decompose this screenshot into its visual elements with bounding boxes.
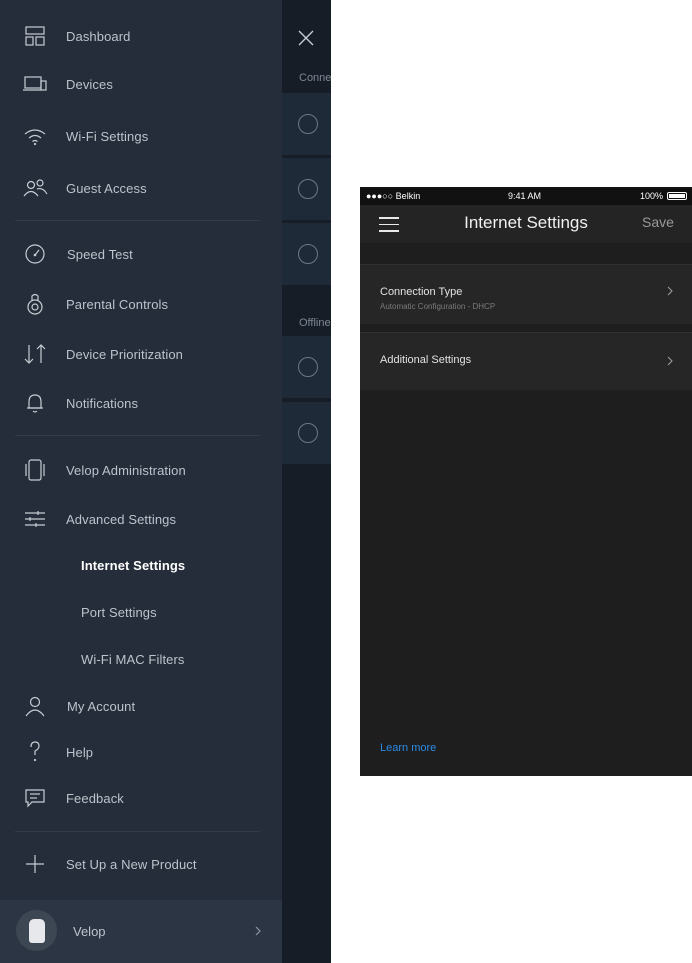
nav-label: Guest Access bbox=[66, 180, 147, 196]
carrier-signal: ●●●○○ Belkin bbox=[366, 191, 421, 201]
nav-item-parental-controls[interactable]: Parental Controls bbox=[0, 284, 282, 324]
row-title: Connection Type bbox=[380, 286, 463, 298]
divider bbox=[15, 435, 260, 436]
radio-circle-icon bbox=[298, 357, 318, 377]
row-title: Additional Settings bbox=[380, 354, 472, 366]
phone-screen: ●●●○○ Belkin 9:41 AM 100% Internet Setti… bbox=[360, 187, 692, 776]
battery-icon bbox=[667, 192, 687, 200]
help-icon bbox=[22, 740, 48, 764]
sub-item-label: Wi-Fi MAC Filters bbox=[81, 652, 185, 667]
status-time: 9:41 AM bbox=[508, 191, 542, 201]
group-label-connected: Conne bbox=[299, 72, 331, 84]
radio-circle-icon bbox=[298, 423, 318, 443]
nav-item-wifi-settings[interactable]: Wi-Fi Settings bbox=[0, 116, 282, 156]
nav-label: Notifications bbox=[66, 395, 139, 411]
nav-item-notifications[interactable]: Notifications bbox=[0, 383, 282, 423]
plus-icon bbox=[22, 852, 48, 876]
nav-item-dashboard[interactable]: Dashboard bbox=[0, 16, 282, 56]
nav-item-devices[interactable]: Devices bbox=[0, 64, 282, 104]
parental-controls-icon bbox=[22, 292, 48, 316]
device-row[interactable] bbox=[282, 336, 331, 398]
nav-label: Devices bbox=[66, 76, 113, 92]
radio-circle-icon bbox=[298, 179, 318, 199]
nav-label: Feedback bbox=[66, 790, 124, 806]
user-icon bbox=[22, 694, 48, 718]
learn-more-link[interactable]: Learn more bbox=[380, 742, 436, 754]
divider bbox=[15, 220, 260, 221]
chevron-right-icon bbox=[255, 926, 261, 936]
sub-item-label: Port Settings bbox=[81, 605, 157, 620]
nav-item-help[interactable]: Help bbox=[0, 732, 282, 772]
guest-access-icon bbox=[22, 176, 48, 200]
status-bar: ●●●○○ Belkin 9:41 AM 100% bbox=[360, 187, 692, 205]
nav-item-velop-administration[interactable]: Velop Administration bbox=[0, 450, 282, 490]
nav-label: Help bbox=[66, 744, 94, 760]
sliders-icon bbox=[22, 507, 48, 531]
dashboard-icon bbox=[22, 24, 48, 48]
save-button[interactable]: Save bbox=[642, 214, 674, 230]
close-icon[interactable] bbox=[297, 29, 315, 47]
device-row[interactable] bbox=[282, 93, 331, 155]
chevron-right-icon bbox=[667, 356, 673, 366]
chevron-right-icon bbox=[667, 286, 673, 296]
nav-item-advanced-settings[interactable]: Advanced Settings bbox=[0, 499, 282, 539]
sub-item-wifi-mac-filters[interactable]: Wi-Fi MAC Filters bbox=[0, 642, 282, 678]
nav-label: Set Up a New Product bbox=[66, 856, 197, 872]
prioritization-icon bbox=[22, 342, 48, 366]
speed-test-icon bbox=[22, 242, 48, 266]
nav-item-device-prioritization[interactable]: Device Prioritization bbox=[0, 334, 282, 374]
nav-label: Wi-Fi Settings bbox=[66, 128, 149, 144]
nav-label: Device Prioritization bbox=[66, 346, 183, 362]
sub-item-label: Internet Settings bbox=[81, 558, 186, 573]
velop-node-selector[interactable]: Velop bbox=[0, 900, 282, 963]
sub-item-internet-settings[interactable]: Internet Settings bbox=[0, 548, 282, 584]
nav-label: Parental Controls bbox=[66, 296, 169, 312]
connection-type-row[interactable]: Connection Type Automatic Configuration … bbox=[360, 264, 692, 324]
velop-node-avatar bbox=[16, 910, 57, 951]
battery-percent: 100% bbox=[640, 191, 664, 201]
device-row[interactable] bbox=[282, 402, 331, 464]
nav-item-guest-access[interactable]: Guest Access bbox=[0, 168, 282, 208]
nav-label: Velop Administration bbox=[66, 462, 186, 478]
settings-body: Connection Type Automatic Configuration … bbox=[360, 243, 692, 776]
velop-admin-icon bbox=[22, 458, 48, 482]
additional-settings-row[interactable]: Additional Settings bbox=[360, 332, 692, 390]
devices-icon bbox=[22, 72, 48, 96]
wifi-icon bbox=[22, 124, 48, 148]
nav-item-my-account[interactable]: My Account bbox=[0, 686, 282, 726]
radio-circle-icon bbox=[298, 114, 318, 134]
feedback-icon bbox=[22, 786, 48, 810]
group-label-offline: Offline bbox=[299, 317, 331, 329]
nav-label: Speed Test bbox=[67, 246, 133, 262]
radio-circle-icon bbox=[298, 244, 318, 264]
velop-label: Velop bbox=[73, 924, 106, 939]
navigation-drawer: Dashboard Devices Wi-Fi Settings Guest A… bbox=[0, 0, 282, 963]
nav-label: Advanced Settings bbox=[66, 511, 177, 527]
nav-item-speed-test[interactable]: Speed Test bbox=[0, 234, 282, 274]
nav-label: Dashboard bbox=[66, 28, 131, 44]
app-header: Internet Settings Save bbox=[360, 205, 692, 243]
bell-icon bbox=[22, 391, 48, 415]
nav-label: My Account bbox=[67, 698, 136, 714]
device-row[interactable] bbox=[282, 158, 331, 220]
sub-item-port-settings[interactable]: Port Settings bbox=[0, 595, 282, 631]
device-row[interactable] bbox=[282, 223, 331, 285]
row-subtitle: Automatic Configuration - DHCP bbox=[380, 302, 496, 311]
nav-item-set-up-new-product[interactable]: Set Up a New Product bbox=[0, 844, 282, 884]
dimmed-device-list: Conne Offline bbox=[282, 0, 331, 963]
divider bbox=[15, 831, 260, 832]
nav-item-feedback[interactable]: Feedback bbox=[0, 778, 282, 818]
